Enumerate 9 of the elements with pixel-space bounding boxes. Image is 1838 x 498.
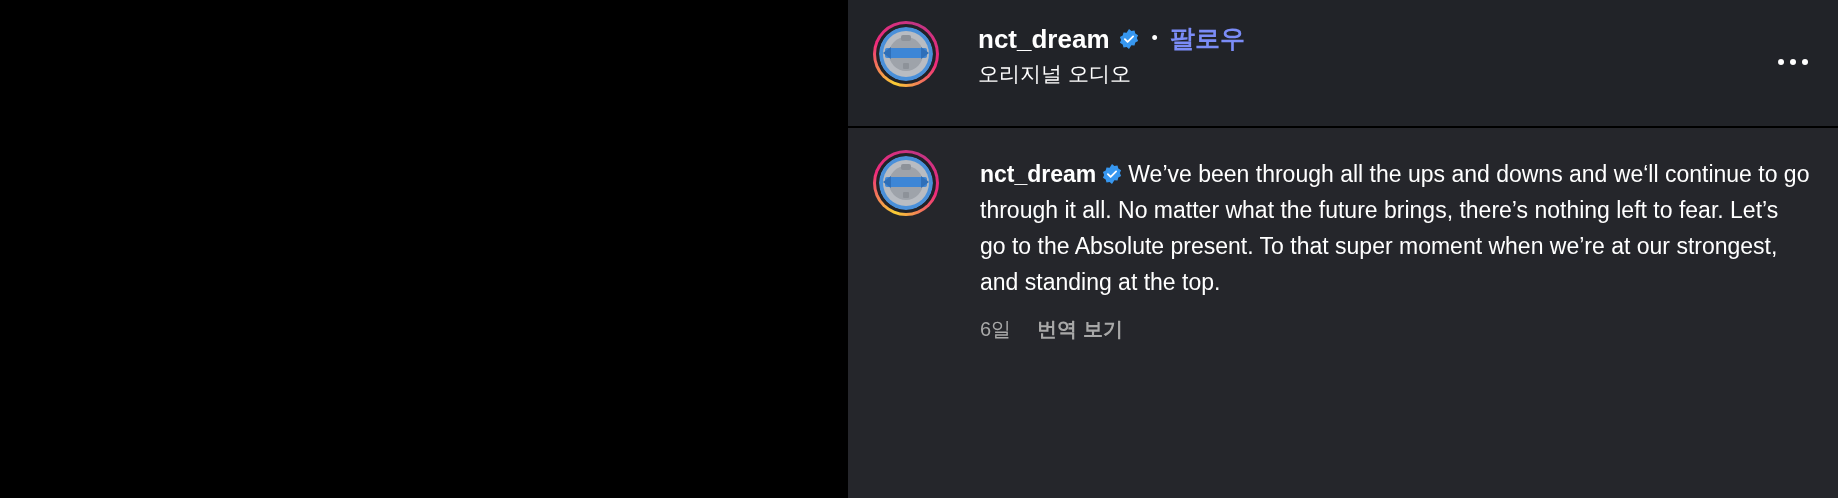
username[interactable]: nct_dream — [978, 25, 1110, 52]
timestamp: 6일 — [980, 317, 1012, 342]
comment-text: nct_dream We’ve been through all the ups and downs and we‘ll continue to go through it all. No matter what the future brings, there’s nothing left to fear. Let’s go to the Absolute present. To that super moment when we’re at our strongest, and standing at the top. — [980, 160, 1810, 297]
comment-username[interactable]: nct_dream — [980, 161, 1097, 187]
translate-link[interactable]: 번역 보기 — [1037, 314, 1123, 344]
follow-link[interactable]: 팔로우 — [1169, 26, 1245, 51]
audio-label[interactable]: 오리지널 오디오 — [978, 58, 1739, 90]
more-options-icon[interactable] — [1778, 57, 1808, 67]
separator-dot: • — [1151, 27, 1158, 50]
